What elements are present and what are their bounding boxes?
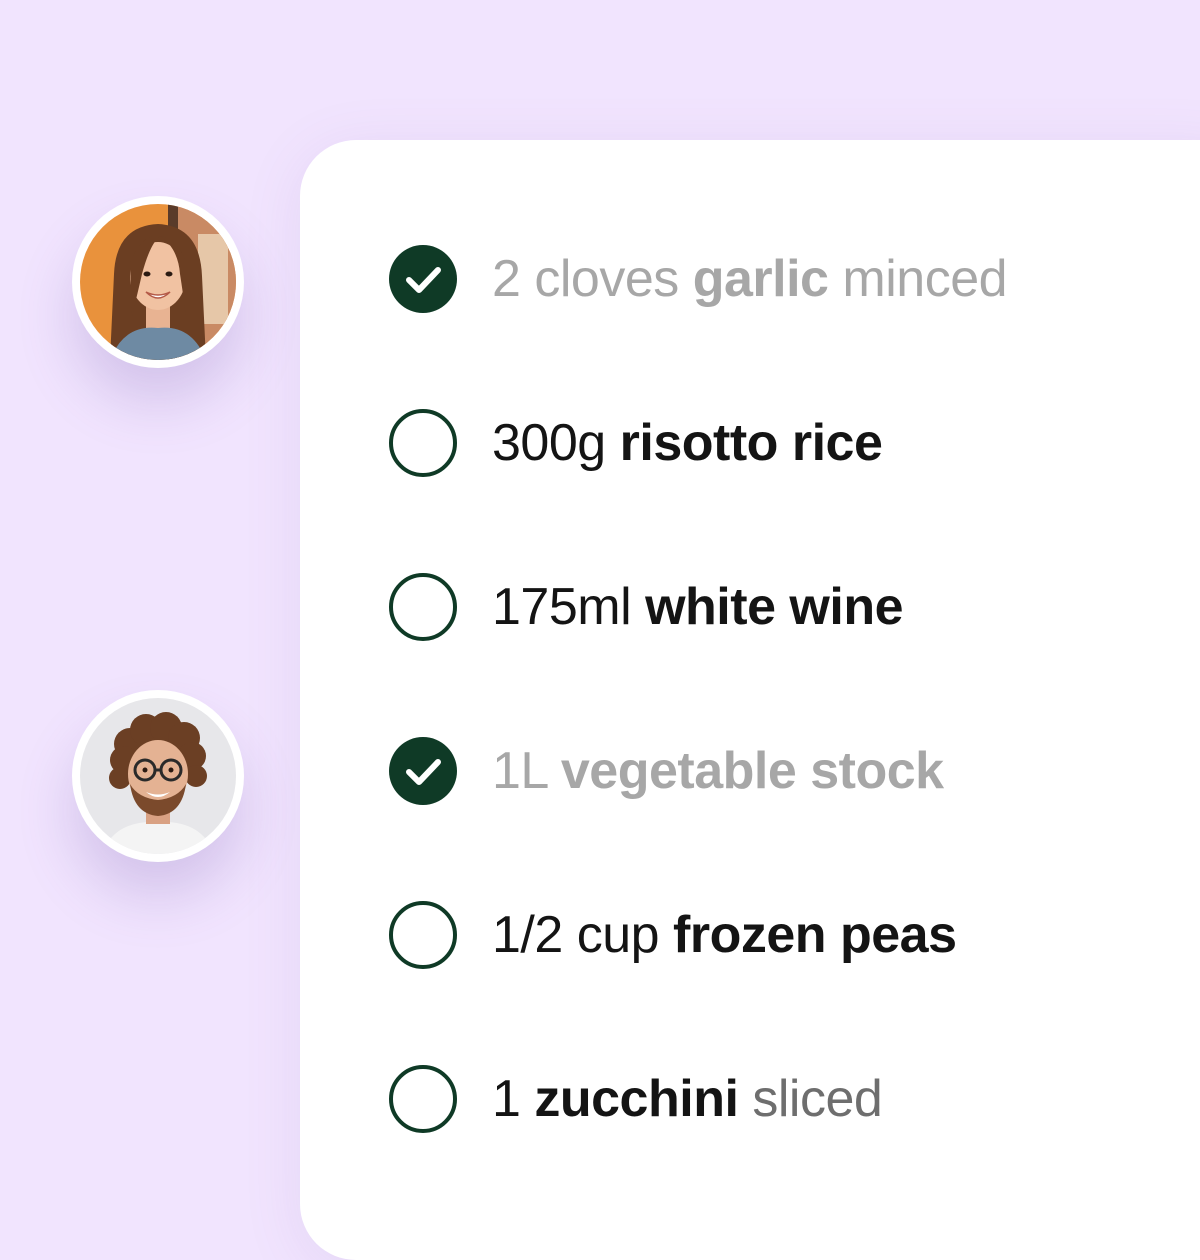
ingredient-quantity: 175ml xyxy=(492,578,632,636)
ingredient-name: frozen peas xyxy=(673,906,957,964)
ingredient-row[interactable]: 1/2 cup frozen peas xyxy=(388,899,957,971)
ingredient-quantity: 2 cloves xyxy=(492,250,679,308)
checkbox-unchecked-icon[interactable] xyxy=(388,1064,458,1134)
ingredient-name: zucchini xyxy=(534,1070,739,1128)
ingredient-name: garlic xyxy=(692,250,829,308)
ingredient-quantity: 1/2 cup xyxy=(492,906,660,964)
ingredient-text: 2 cloves garlic minced xyxy=(492,243,1008,315)
ingredient-row[interactable]: 1L vegetable stock xyxy=(388,735,944,807)
ingredient-quantity: 300g xyxy=(492,414,606,472)
ingredient-name: risotto rice xyxy=(619,414,883,472)
ingredient-row[interactable]: 175ml white wine xyxy=(388,571,904,643)
checkbox-checked-icon[interactable] xyxy=(388,244,458,314)
ingredient-quantity: 1L xyxy=(492,742,547,800)
ingredient-name: vegetable stock xyxy=(560,742,944,800)
ingredient-text: 1/2 cup frozen peas xyxy=(492,899,957,971)
ingredient-text: 1 zucchini sliced xyxy=(492,1063,883,1135)
collaborator-avatar-2[interactable] xyxy=(72,690,244,862)
checkbox-unchecked-icon[interactable] xyxy=(388,408,458,478)
collaborator-avatar-1[interactable] xyxy=(72,196,244,368)
checkbox-unchecked-icon[interactable] xyxy=(388,900,458,970)
ingredient-row[interactable]: 300g risotto rice xyxy=(388,407,883,479)
checkbox-unchecked-icon[interactable] xyxy=(388,572,458,642)
avatar-man-icon xyxy=(80,698,236,854)
ingredient-text: 175ml white wine xyxy=(492,571,904,643)
ingredient-text: 1L vegetable stock xyxy=(492,735,944,807)
ingredient-quantity: 1 xyxy=(492,1070,521,1128)
ingredient-row[interactable]: 1 zucchini sliced xyxy=(388,1063,883,1135)
ingredient-text: 300g risotto rice xyxy=(492,407,883,479)
checkbox-checked-icon[interactable] xyxy=(388,736,458,806)
ingredient-row[interactable]: 2 cloves garlic minced xyxy=(388,243,1008,315)
ingredient-note: minced xyxy=(842,250,1008,308)
ingredient-note: sliced xyxy=(752,1070,883,1128)
avatar-woman-icon xyxy=(80,204,236,360)
ingredient-name: white wine xyxy=(645,578,904,636)
